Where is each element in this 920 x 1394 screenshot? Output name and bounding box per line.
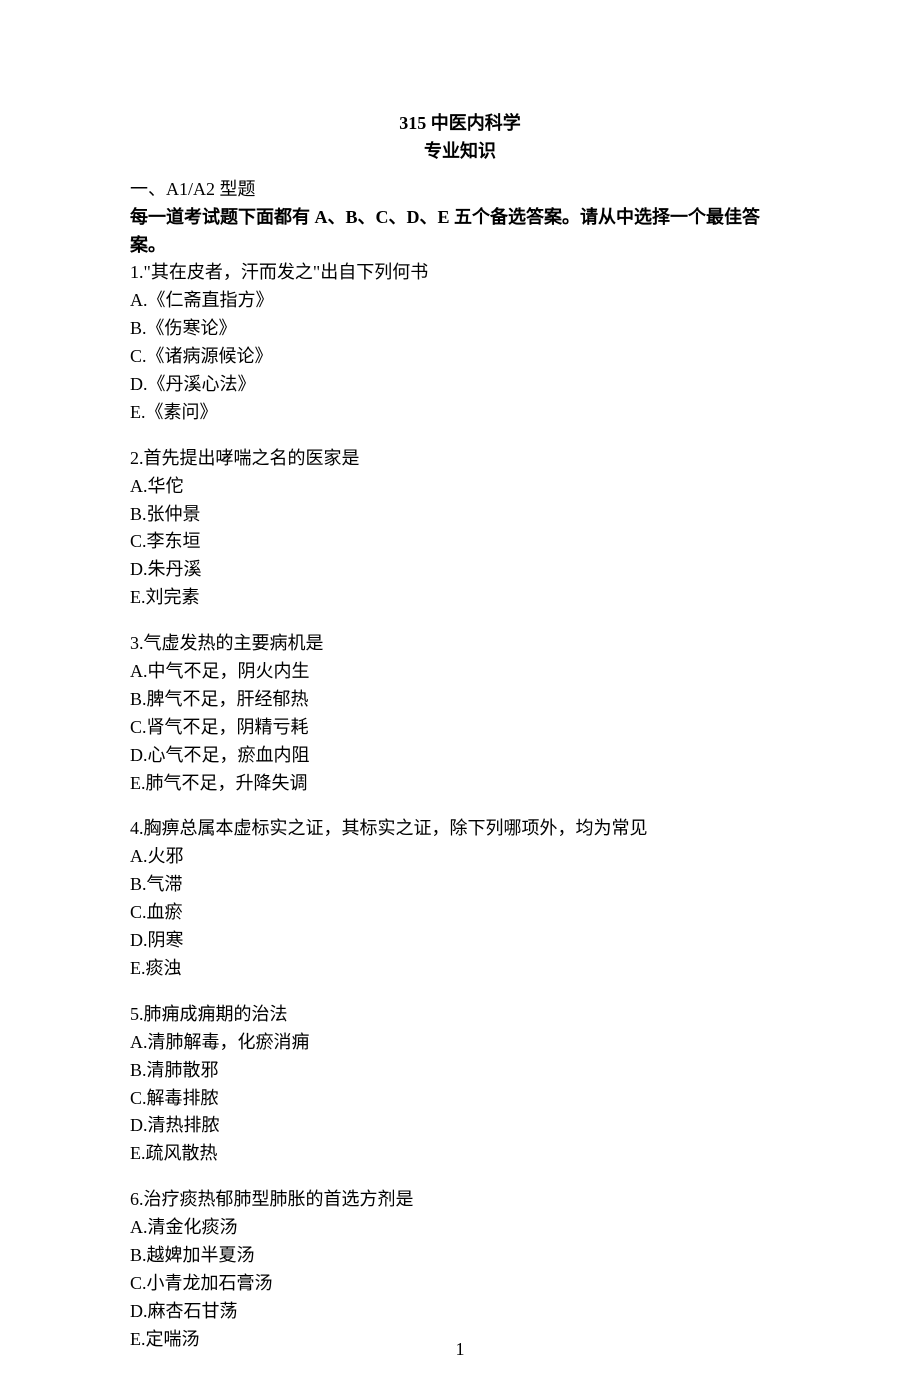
question-option: D.阴寒 (130, 927, 790, 955)
question-1: 1."其在皮者，汗而发之"出自下列何书 A.《仁斋直指方》 B.《伤寒论》 C.… (130, 259, 790, 426)
question-4: 4.胸痹总属本虚标实之证，其标实之证，除下列哪项外，均为常见 A.火邪 B.气滞… (130, 815, 790, 982)
question-number: 4. (130, 818, 144, 838)
question-number: 5. (130, 1004, 144, 1024)
spacer (130, 427, 790, 445)
question-option: C.肾气不足，阴精亏耗 (130, 714, 790, 742)
question-option: E.疏风散热 (130, 1140, 790, 1168)
spacer (130, 797, 790, 815)
question-3: 3.气虚发热的主要病机是 A.中气不足，阴火内生 B.脾气不足，肝经郁热 C.肾… (130, 630, 790, 797)
question-option: E.刘完素 (130, 584, 790, 612)
page: 315 中医内科学 专业知识 一、A1/A2 型题 每一道考试题下面都有 A、B… (0, 0, 920, 1394)
spacer (130, 1168, 790, 1186)
question-number: 2. (130, 448, 144, 468)
question-stem: "其在皮者，汗而发之"出自下列何书 (144, 262, 429, 282)
question-option: C.《诸病源候论》 (130, 343, 790, 371)
question-6: 6.治疗痰热郁肺型肺胀的首选方剂是 A.清金化痰汤 B.越婢加半夏汤 C.小青龙… (130, 1186, 790, 1353)
question-stem: 气虚发热的主要病机是 (144, 633, 324, 653)
spacer (130, 612, 790, 630)
question-option: B.《伤寒论》 (130, 315, 790, 343)
instructions: 每一道考试题下面都有 A、B、C、D、E 五个备选答案。请从中选择一个最佳答案。 (130, 204, 790, 260)
question-option: D.朱丹溪 (130, 556, 790, 584)
question-option: A.《仁斋直指方》 (130, 287, 790, 315)
document-title: 315 中医内科学 (130, 110, 790, 138)
section-heading: 一、A1/A2 型题 (130, 176, 790, 204)
page-number: 1 (0, 1336, 920, 1364)
question-stem: 治疗痰热郁肺型肺胀的首选方剂是 (144, 1189, 414, 1209)
question-option: B.清肺散邪 (130, 1057, 790, 1085)
question-option: A.华佗 (130, 473, 790, 501)
question-option: E.肺气不足，升降失调 (130, 770, 790, 798)
spacer (130, 983, 790, 1001)
question-number: 6. (130, 1189, 144, 1209)
question-option: C.小青龙加石膏汤 (130, 1270, 790, 1298)
question-option: E.《素问》 (130, 399, 790, 427)
question-option: D.清热排脓 (130, 1112, 790, 1140)
question-2: 2.首先提出哮喘之名的医家是 A.华佗 B.张仲景 C.李东垣 D.朱丹溪 E.… (130, 445, 790, 612)
question-stem: 胸痹总属本虚标实之证，其标实之证，除下列哪项外，均为常见 (144, 818, 648, 838)
question-option: B.越婢加半夏汤 (130, 1242, 790, 1270)
question-option: A.中气不足，阴火内生 (130, 658, 790, 686)
document-subtitle: 专业知识 (130, 138, 790, 166)
question-option: C.解毒排脓 (130, 1085, 790, 1113)
question-option: B.脾气不足，肝经郁热 (130, 686, 790, 714)
question-option: E.痰浊 (130, 955, 790, 983)
question-stem: 肺痈成痈期的治法 (144, 1004, 288, 1024)
question-option: B.气滞 (130, 871, 790, 899)
question-number: 3. (130, 633, 144, 653)
question-option: A.清肺解毒，化瘀消痈 (130, 1029, 790, 1057)
question-5: 5.肺痈成痈期的治法 A.清肺解毒，化瘀消痈 B.清肺散邪 C.解毒排脓 D.清… (130, 1001, 790, 1168)
question-option: A.火邪 (130, 843, 790, 871)
question-option: B.张仲景 (130, 501, 790, 529)
question-option: C.李东垣 (130, 528, 790, 556)
question-number: 1. (130, 262, 144, 282)
question-stem: 首先提出哮喘之名的医家是 (144, 448, 360, 468)
question-option: A.清金化痰汤 (130, 1214, 790, 1242)
question-option: D.心气不足，瘀血内阻 (130, 742, 790, 770)
question-option: C.血瘀 (130, 899, 790, 927)
question-option: D.《丹溪心法》 (130, 371, 790, 399)
